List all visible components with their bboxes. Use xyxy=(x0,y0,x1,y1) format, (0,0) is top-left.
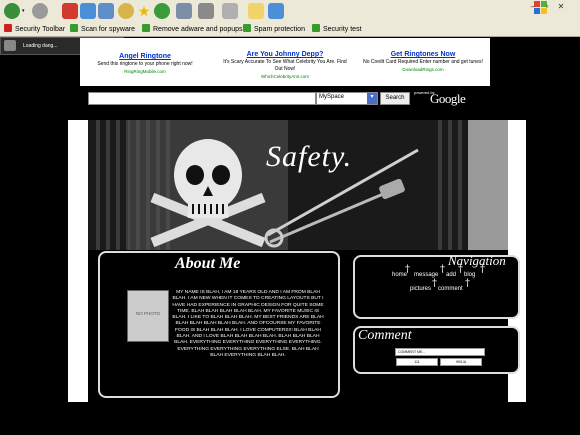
restore-icon[interactable]: ▫ xyxy=(540,2,554,11)
ad-angel-ringtone[interactable]: Angel Ringtone Send this ringtone to you… xyxy=(80,52,210,75)
security-toolbar: Security Toolbar Scan for spyware Remove… xyxy=(0,22,580,36)
nav-link-pictures[interactable]: pictures xyxy=(410,286,431,292)
comment-select[interactable]: COMMENT ME... xyxy=(395,348,485,356)
search-button[interactable]: Search xyxy=(380,92,410,105)
minimize-icon[interactable]: – xyxy=(526,2,540,11)
folder-icon[interactable] xyxy=(248,3,264,19)
print-icon[interactable] xyxy=(198,3,214,19)
edit-icon[interactable] xyxy=(222,3,238,19)
search-icon[interactable] xyxy=(118,3,134,19)
ad-headline[interactable]: Angel Ringtone xyxy=(80,52,210,61)
comment-button-2[interactable]: 99/1/A xyxy=(440,358,482,366)
ad-headline[interactable]: Get Ringtones Now xyxy=(358,50,488,59)
forward-arrow-icon[interactable] xyxy=(32,3,48,19)
loading-icon xyxy=(4,40,16,51)
powered-by-google: powered by Google xyxy=(414,90,466,106)
search-scope-select[interactable]: MySpace ▾ xyxy=(316,92,378,105)
nav-link-home[interactable]: home xyxy=(392,272,407,278)
ad-johnny-depp[interactable]: Are You Johnny Depp? It's Scary Accurate… xyxy=(220,50,350,80)
ad-headline[interactable]: Are You Johnny Depp? xyxy=(220,50,350,59)
checkmark-icon xyxy=(70,24,78,32)
security-toolbar-button[interactable]: Security Toolbar xyxy=(4,24,65,33)
comment-button-1[interactable]: 111 xyxy=(396,358,438,366)
messenger-icon[interactable] xyxy=(268,3,284,19)
home-icon[interactable] xyxy=(98,3,114,19)
ad-text: No Credit Card Required Enter number and… xyxy=(363,59,483,65)
about-me-text: MY NAME IS BLAH, I AM 18 YEARS OLD AND I… xyxy=(172,290,324,358)
cross-icon: † xyxy=(440,264,445,275)
spam-protection-button[interactable]: Spam protection xyxy=(243,24,305,33)
ad-url[interactable]: RingRingMobile.com xyxy=(80,68,210,75)
profile-title: Safety. xyxy=(266,140,353,173)
ad-text: Send this ringtone to your phone right n… xyxy=(97,61,193,67)
scan-spyware-button[interactable]: Scan for spyware xyxy=(70,24,135,33)
checkmark-icon xyxy=(312,24,320,32)
navigation-heading: Navigation xyxy=(448,253,506,268)
remove-adware-button[interactable]: Remove adware and popups xyxy=(142,24,243,33)
cross-icon: † xyxy=(465,278,470,289)
browser-toolbar: ▾ ★ xyxy=(0,0,580,22)
about-me-heading: About Me xyxy=(175,255,241,272)
google-logo: Google xyxy=(430,91,466,106)
stop-icon[interactable] xyxy=(62,3,78,19)
shield-icon xyxy=(4,24,12,32)
comment-heading: Comment xyxy=(358,328,412,343)
checkmark-icon xyxy=(142,24,150,32)
checkmark-icon xyxy=(243,24,251,32)
close-icon[interactable]: ✕ xyxy=(554,2,568,11)
chevron-down-icon[interactable]: ▾ xyxy=(367,93,377,104)
back-dropdown-icon[interactable]: ▾ xyxy=(22,8,25,14)
browser-chrome: ▾ ★ – ▫ ✕ Security Toolbar Scan for spywar… xyxy=(0,0,580,37)
ad-url[interactable]: DownloadRings.com xyxy=(358,66,488,73)
ad-url[interactable]: WhichCelebrityAmI.com xyxy=(220,73,350,80)
nav-link-add[interactable]: add xyxy=(446,272,456,278)
cross-icon: † xyxy=(480,264,485,275)
ad-text: It's Scary Accurate To See What Celebrit… xyxy=(223,59,347,72)
refresh-icon[interactable] xyxy=(80,3,96,19)
ad-get-ringtones[interactable]: Get Ringtones Now No Credit Card Require… xyxy=(358,50,488,73)
window-controls: – ▫ ✕ xyxy=(526,2,576,18)
back-arrow-icon[interactable] xyxy=(4,3,20,19)
ad-strip: Angel Ringtone Send this ringtone to you… xyxy=(80,38,490,86)
cross-icon: † xyxy=(432,278,437,289)
cross-icon: † xyxy=(458,264,463,275)
nav-link-comment[interactable]: comment xyxy=(438,286,463,292)
security-test-button[interactable]: Security test xyxy=(312,24,362,33)
history-icon[interactable] xyxy=(154,3,170,19)
mail-icon[interactable] xyxy=(176,3,192,19)
favorites-star-icon[interactable]: ★ xyxy=(136,3,152,19)
search-input[interactable] xyxy=(88,92,316,105)
